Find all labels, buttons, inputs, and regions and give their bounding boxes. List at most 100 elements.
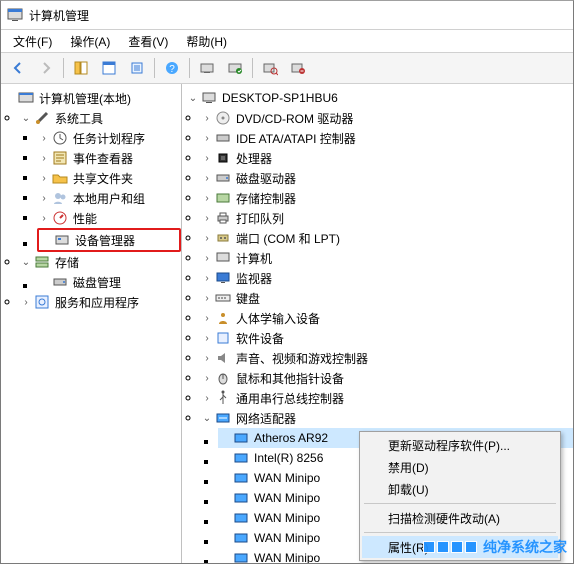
- expand-icon[interactable]: ›: [200, 151, 214, 165]
- sw-device-icon: [215, 330, 231, 346]
- tools-icon: [34, 110, 50, 126]
- expand-icon[interactable]: ›: [200, 391, 214, 405]
- expand-icon[interactable]: ›: [200, 211, 214, 225]
- properties-button[interactable]: [96, 55, 122, 81]
- nic-icon: [233, 430, 249, 446]
- expand-icon[interactable]: ›: [200, 371, 214, 385]
- menu-file[interactable]: 文件(F): [5, 31, 60, 52]
- export-button[interactable]: [124, 55, 150, 81]
- app-window: 计算机管理 文件(F) 操作(A) 查看(V) 帮助(H) ?: [0, 0, 574, 564]
- device-icon-button[interactable]: [194, 55, 220, 81]
- collapse-icon[interactable]: ⌄: [186, 91, 200, 105]
- tree-task-scheduler[interactable]: ›任务计划程序: [37, 128, 181, 148]
- expand-icon[interactable]: ›: [200, 311, 214, 325]
- tree-root-local[interactable]: 计算机管理(本地): [1, 88, 181, 108]
- keyboard-icon: [215, 290, 231, 306]
- nav-back-button[interactable]: [5, 55, 31, 81]
- expand-icon[interactable]: ›: [200, 291, 214, 305]
- tree-services-apps[interactable]: ›服务和应用程序: [19, 292, 181, 312]
- cat-dvd[interactable]: ›DVD/CD-ROM 驱动器: [200, 108, 573, 128]
- nic-icon: [233, 490, 249, 506]
- cat-disk-drives[interactable]: ›磁盘驱动器: [200, 168, 573, 188]
- monitor-icon: [215, 270, 231, 286]
- cat-hid[interactable]: ›人体学输入设备: [200, 308, 573, 328]
- ctx-scan-hw[interactable]: 扫描检测硬件改动(A): [362, 507, 558, 529]
- expand-icon[interactable]: ›: [200, 111, 214, 125]
- expand-icon[interactable]: ›: [37, 171, 51, 185]
- menubar: 文件(F) 操作(A) 查看(V) 帮助(H): [1, 30, 573, 53]
- collapse-icon[interactable]: ⌄: [19, 255, 33, 269]
- expand-icon[interactable]: ›: [37, 151, 51, 165]
- expand-icon: [3, 91, 17, 105]
- expand-icon[interactable]: ›: [19, 295, 33, 309]
- ctx-uninstall[interactable]: 卸载(U): [362, 478, 558, 500]
- computer-icon: [201, 90, 217, 106]
- cat-usb[interactable]: ›通用串行总线控制器: [200, 388, 573, 408]
- expand-icon[interactable]: ›: [37, 211, 51, 225]
- tree-disk-mgmt[interactable]: 磁盘管理: [37, 272, 181, 292]
- hdd-icon: [215, 170, 231, 186]
- cpu-icon: [215, 150, 231, 166]
- tree-shared-folders[interactable]: ›共享文件夹: [37, 168, 181, 188]
- expand-icon[interactable]: ›: [37, 191, 51, 205]
- disk-icon: [52, 274, 68, 290]
- expand-icon[interactable]: ›: [200, 131, 214, 145]
- help-button[interactable]: ?: [159, 55, 185, 81]
- expand-icon[interactable]: ›: [200, 231, 214, 245]
- users-icon: [52, 190, 68, 206]
- nic-icon: [233, 550, 249, 563]
- expand-icon[interactable]: ›: [200, 331, 214, 345]
- event-icon: [52, 150, 68, 166]
- network-icon: [215, 410, 231, 426]
- services-icon: [34, 294, 50, 310]
- expand-icon[interactable]: ›: [200, 171, 214, 185]
- expand-icon[interactable]: ›: [200, 251, 214, 265]
- cat-print-queue[interactable]: ›打印队列: [200, 208, 573, 228]
- nic-icon: [233, 470, 249, 486]
- uninstall-button[interactable]: [285, 55, 311, 81]
- collapse-icon[interactable]: ⌄: [200, 411, 214, 425]
- tree-local-users[interactable]: ›本地用户和组: [37, 188, 181, 208]
- cat-cpu[interactable]: ›处理器: [200, 148, 573, 168]
- cat-keyboard[interactable]: ›键盘: [200, 288, 573, 308]
- nic-icon: [233, 450, 249, 466]
- scan-hardware-button[interactable]: [257, 55, 283, 81]
- cat-computer[interactable]: ›计算机: [200, 248, 573, 268]
- tree-system-tools[interactable]: ⌄ 系统工具: [19, 108, 181, 128]
- cat-sound[interactable]: ›声音、视频和游戏控制器: [200, 348, 573, 368]
- toolbar-separator: [154, 58, 155, 78]
- show-hide-tree-button[interactable]: [68, 55, 94, 81]
- menu-help[interactable]: 帮助(H): [178, 31, 235, 52]
- watermark-text: 纯净系统之家: [483, 537, 567, 557]
- collapse-icon[interactable]: ⌄: [19, 111, 33, 125]
- update-driver-button[interactable]: [222, 55, 248, 81]
- tree-event-viewer[interactable]: ›事件查看器: [37, 148, 181, 168]
- port-icon: [215, 230, 231, 246]
- tree-performance[interactable]: ›性能: [37, 208, 181, 228]
- ctx-update-driver[interactable]: 更新驱动程序软件(P)...: [362, 434, 558, 456]
- tree-device-manager[interactable]: 设备管理器: [39, 230, 173, 250]
- cat-storage-ctrl[interactable]: ›存储控制器: [200, 188, 573, 208]
- tree-storage[interactable]: ⌄存储: [19, 252, 181, 272]
- cat-ide[interactable]: ›IDE ATA/ATAPI 控制器: [200, 128, 573, 148]
- ctx-disable[interactable]: 禁用(D): [362, 456, 558, 478]
- cat-mouse[interactable]: ›鼠标和其他指针设备: [200, 368, 573, 388]
- folder-share-icon: [52, 170, 68, 186]
- expand-icon[interactable]: ›: [200, 271, 214, 285]
- menu-action[interactable]: 操作(A): [62, 31, 118, 52]
- ide-icon: [215, 130, 231, 146]
- titlebar: 计算机管理: [1, 1, 573, 30]
- cat-sw-devices[interactable]: ›软件设备: [200, 328, 573, 348]
- expand-icon[interactable]: ›: [200, 351, 214, 365]
- left-tree-pane[interactable]: 计算机管理(本地) ⌄ 系统工具 ›任务计划程序 ›事件查看器: [1, 84, 182, 563]
- expand-icon[interactable]: ›: [200, 191, 214, 205]
- menu-view[interactable]: 查看(V): [120, 31, 176, 52]
- sound-icon: [215, 350, 231, 366]
- nav-forward-button[interactable]: [33, 55, 59, 81]
- cat-ports[interactable]: ›端口 (COM 和 LPT): [200, 228, 573, 248]
- expand-icon[interactable]: ›: [37, 131, 51, 145]
- cat-network[interactable]: ⌄网络适配器: [200, 408, 573, 428]
- cat-monitor[interactable]: ›监视器: [200, 268, 573, 288]
- device-root[interactable]: ⌄ DESKTOP-SP1HBU6: [182, 88, 573, 108]
- toolbar: ?: [1, 53, 573, 84]
